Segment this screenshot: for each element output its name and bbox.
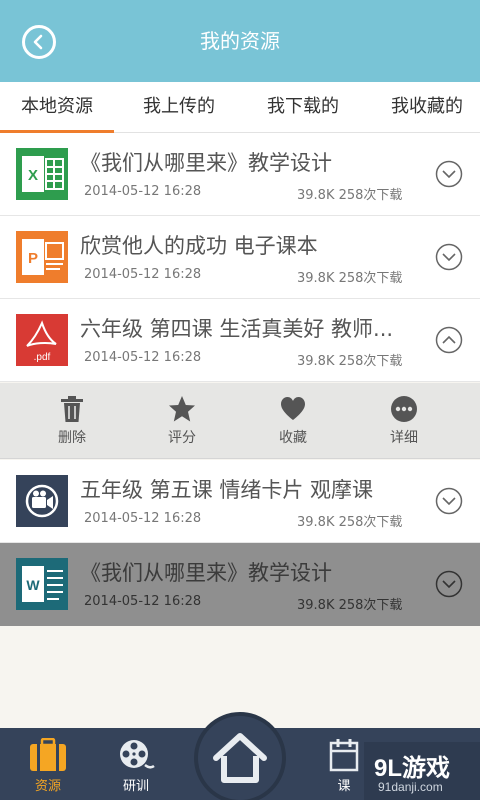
file-date: 2014-05-12 16:28 [84, 267, 202, 282]
powerpoint-file-icon: P [16, 231, 68, 283]
tab-downloaded[interactable]: 我下载的 [248, 82, 358, 132]
nav-item-training[interactable]: 研训 [104, 738, 168, 794]
file-title: 欣赏他人的成功 电子课本 [80, 234, 318, 258]
briefcase-icon [30, 738, 66, 771]
page-title: 我的资源 [200, 29, 280, 53]
file-row[interactable]: W 《我们从哪里来》教学设计 2014-05-12 16:28 39.8K 25… [0, 543, 480, 626]
file-row[interactable]: .pdf 六年级 第四课 生活真美好 教师... 2014-05-12 16:2… [0, 299, 480, 382]
file-date: 2014-05-12 16:28 [84, 350, 202, 365]
favorite-label: 收藏 [279, 430, 307, 446]
svg-text:.pdf: .pdf [34, 352, 51, 363]
trash-icon [61, 396, 83, 422]
file-row[interactable]: P 欣赏他人的成功 电子课本 2014-05-12 16:28 39.8K 25… [0, 216, 480, 299]
pdf-file-icon: .pdf [16, 314, 68, 366]
file-title: 六年级 第四课 生活真美好 教师... [80, 317, 394, 341]
delete-label: 删除 [58, 430, 86, 446]
file-meta: 39.8K 258次下载 [297, 515, 403, 530]
app-header: 我的资源 [0, 0, 480, 82]
chevron-down-icon[interactable] [435, 160, 463, 188]
film-reel-icon [120, 740, 155, 769]
file-title: 《我们从哪里来》教学设计 [80, 561, 332, 585]
file-action-bar: 删除 评分 收藏 详细 [0, 383, 480, 459]
video-file-icon [16, 475, 68, 527]
file-meta: 39.8K 258次下载 [297, 188, 403, 203]
watermark-logo: 9L游戏 [374, 755, 451, 782]
file-meta: 39.8K 258次下载 [297, 598, 403, 613]
star-icon [169, 396, 195, 422]
home-icon [213, 733, 267, 783]
nav-item-resources[interactable]: 资源 [16, 738, 80, 794]
details-label: 详细 [390, 430, 418, 446]
favorite-button[interactable]: 收藏 [253, 395, 333, 447]
tab-local-resources[interactable]: 本地资源 [0, 82, 114, 133]
svg-text:P: P [28, 250, 38, 267]
file-title: 五年级 第五课 情绪卡片 观摩课 [80, 478, 374, 502]
svg-text:X: X [28, 167, 38, 184]
nav-label-training: 研训 [122, 779, 149, 794]
excel-file-icon: X [16, 148, 68, 200]
chevron-down-icon[interactable] [435, 570, 463, 598]
file-row[interactable]: 五年级 第五课 情绪卡片 观摩课 2014-05-12 16:28 39.8K … [0, 460, 480, 543]
site-watermark: 9L游戏 91danji.com [364, 742, 480, 800]
word-file-icon: W [16, 558, 68, 610]
rate-button[interactable]: 评分 [142, 395, 222, 447]
file-meta: 39.8K 258次下载 [297, 354, 403, 369]
nav-label-resources: 资源 [34, 779, 61, 794]
delete-button[interactable]: 删除 [32, 395, 112, 447]
file-meta: 39.8K 258次下载 [297, 271, 403, 286]
heart-icon [281, 397, 305, 420]
more-icon [391, 396, 417, 422]
chevron-up-icon[interactable] [435, 326, 463, 354]
tab-favorites[interactable]: 我收藏的 [372, 82, 480, 132]
file-title: 《我们从哪里来》教学设计 [80, 151, 332, 175]
chevron-down-icon[interactable] [435, 487, 463, 515]
svg-text:W: W [26, 577, 40, 593]
file-date: 2014-05-12 16:28 [84, 511, 202, 526]
tab-bar: 本地资源 我上传的 我下载的 我收藏的 [0, 82, 480, 133]
file-date: 2014-05-12 16:28 [84, 184, 202, 199]
calendar-icon [329, 739, 359, 772]
tab-uploaded[interactable]: 我上传的 [124, 82, 234, 132]
chevron-down-icon[interactable] [435, 243, 463, 271]
rate-label: 评分 [168, 430, 196, 446]
file-row[interactable]: X 《我们从哪里来》教学设计 2014-05-12 16:28 39.8K 25… [0, 133, 480, 216]
details-button[interactable]: 详细 [364, 395, 444, 447]
file-date: 2014-05-12 16:28 [84, 594, 202, 609]
watermark-url: 91danji.com [378, 780, 443, 794]
home-button[interactable] [194, 712, 286, 800]
